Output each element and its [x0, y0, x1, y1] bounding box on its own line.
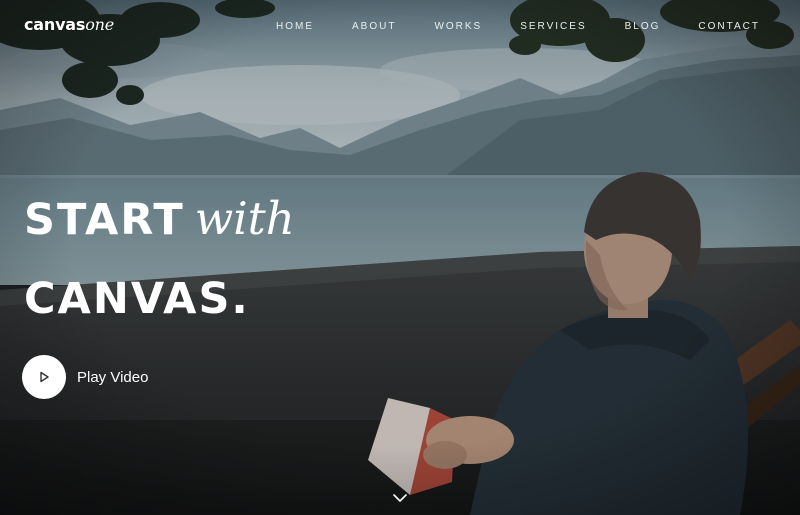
logo-text-strong: canvas — [24, 15, 86, 34]
play-icon — [40, 371, 49, 383]
nav-item-home[interactable]: HOME — [276, 21, 314, 32]
site-logo[interactable]: canvasone — [24, 15, 114, 35]
nav-item-works[interactable]: WORKS — [434, 21, 482, 32]
nav-item-services[interactable]: SERVICES — [520, 21, 586, 32]
nav-item-contact[interactable]: CONTACT — [698, 21, 760, 32]
headline-word-start: START — [24, 195, 185, 245]
nav-item-about[interactable]: ABOUT — [352, 21, 396, 32]
headline-word-with: with — [194, 192, 295, 245]
play-video-label: Play Video — [77, 368, 149, 386]
main-navigation: HOME ABOUT WORKS SERVICES BLOG CONTACT — [238, 21, 760, 32]
nav-item-blog[interactable]: BLOG — [625, 21, 661, 32]
play-button-circle[interactable] — [22, 355, 66, 399]
headline-word-canvas: CANVAS. — [24, 274, 250, 324]
headline-line-1: START with — [24, 196, 295, 242]
hero-section: canvasone HOME ABOUT WORKS SERVICES BLOG… — [0, 0, 800, 515]
site-header: canvasone HOME ABOUT WORKS SERVICES BLOG… — [0, 0, 800, 56]
chevron-down-icon[interactable] — [391, 491, 409, 505]
play-video-button[interactable]: Play Video — [22, 355, 148, 399]
logo-text-light: one — [85, 15, 115, 34]
hero-background-image — [0, 0, 800, 515]
